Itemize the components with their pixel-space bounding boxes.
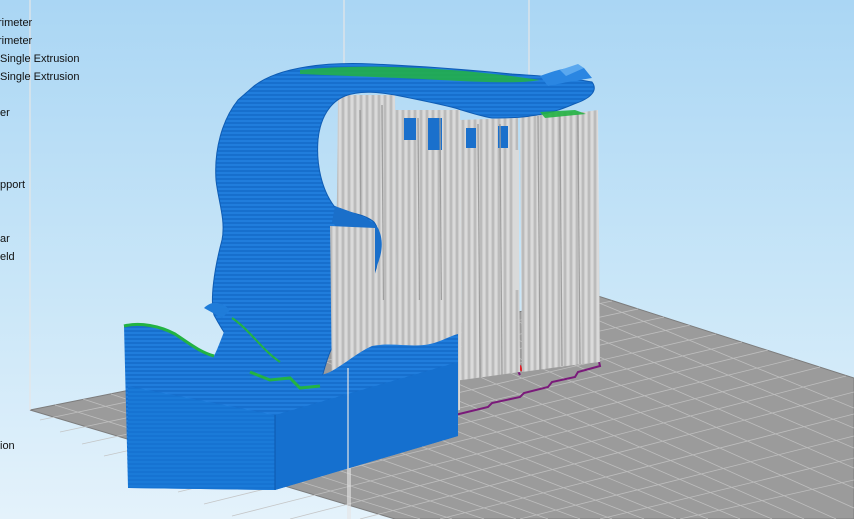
legend-item: rimeter: [0, 17, 33, 29]
3d-viewport[interactable]: rimeter rimeter Single Extrusion Single …: [0, 0, 854, 519]
legend-item: pport: [0, 179, 26, 191]
legend-item: er: [0, 107, 10, 119]
legend-item: ar: [0, 233, 10, 245]
legend-item: Single Extrusion: [0, 53, 80, 65]
legend-item: eld: [0, 251, 15, 263]
feature-legend: rimeter rimeter Single Extrusion Single …: [0, 14, 110, 464]
legend-item: Single Extrusion: [0, 71, 80, 83]
legend-item: rimeter: [0, 35, 33, 47]
print-preview-scene[interactable]: [0, 0, 854, 519]
legend-item: ion: [0, 440, 15, 452]
